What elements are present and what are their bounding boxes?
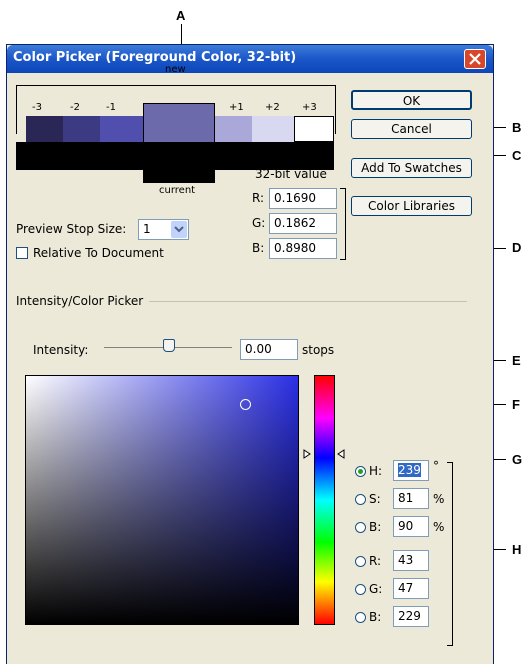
r-radio[interactable] <box>355 556 366 567</box>
callout-f: F <box>512 397 520 412</box>
intensity-unit: stops <box>302 343 335 357</box>
callout-e: E <box>512 353 521 368</box>
b-label: B: <box>369 520 382 534</box>
g-value-field[interactable]: 0.1862 <box>269 213 337 234</box>
new-label: new <box>165 64 186 75</box>
color-field-cursor[interactable] <box>240 399 251 410</box>
color-picker-dialog: Color Picker (Foreground Color, 32-bit) … <box>6 44 494 664</box>
close-button[interactable] <box>464 49 486 69</box>
callout-a: A <box>176 8 186 23</box>
color-field[interactable] <box>25 375 299 625</box>
g-label: G: <box>369 582 383 596</box>
s-unit: % <box>433 492 445 506</box>
close-icon <box>469 53 481 65</box>
callout-g: G <box>512 452 523 467</box>
b-value-label: B: <box>252 241 265 255</box>
g-radio[interactable] <box>355 584 366 595</box>
h-label: H: <box>369 464 383 478</box>
intensity-slider-thumb[interactable] <box>163 339 175 352</box>
dropdown-button[interactable] <box>171 221 187 238</box>
section-divider <box>149 301 467 302</box>
intensity-value-field[interactable]: 0.00 <box>240 339 298 360</box>
r-value-label: R: <box>252 191 265 205</box>
preview-stop-size-value: 1 <box>143 222 151 236</box>
value-bracket <box>340 188 346 260</box>
callout-c: C <box>512 148 522 163</box>
stop-label-minus2: -2 <box>70 102 80 113</box>
stop-label-minus1: -1 <box>106 102 116 113</box>
relative-to-document-checkbox[interactable] <box>16 247 28 259</box>
swatch-plus1[interactable] <box>215 116 252 142</box>
b-unit: % <box>433 520 445 534</box>
s-radio[interactable] <box>355 494 366 505</box>
h-field[interactable]: 239 <box>393 460 429 481</box>
preview-stop-size-select[interactable]: 1 <box>138 219 189 240</box>
g-value-label: G: <box>252 216 266 230</box>
callout-b: B <box>512 120 522 135</box>
b-field[interactable]: 90 <box>393 516 429 537</box>
b-value-field[interactable]: 0.8980 <box>269 238 337 259</box>
swatch-plus3[interactable] <box>294 116 334 142</box>
hsb-rgb-bracket <box>447 462 453 646</box>
intensity-section-label: Intensity/Color Picker <box>16 294 144 308</box>
b2-label: B: <box>369 610 382 624</box>
cancel-button[interactable]: Cancel <box>351 119 472 139</box>
r-label: R: <box>369 554 382 568</box>
h-unit: ° <box>433 459 439 473</box>
add-to-swatches-button[interactable]: Add To Swatches <box>351 158 472 178</box>
g-field[interactable]: 47 <box>393 578 429 599</box>
current-color-swatch[interactable] <box>16 142 334 170</box>
ok-button[interactable]: OK <box>351 90 472 110</box>
current-label: current <box>159 185 196 196</box>
swatch-minus1[interactable] <box>100 116 143 142</box>
hue-slider-right-arrow[interactable] <box>337 449 345 459</box>
stop-label-plus3: +3 <box>302 102 317 113</box>
hue-slider[interactable] <box>314 375 335 625</box>
r-field[interactable]: 43 <box>393 550 429 571</box>
h-radio[interactable] <box>355 466 366 477</box>
new-color-swatch[interactable] <box>143 103 215 143</box>
stop-label-plus1: +1 <box>229 102 244 113</box>
s-field[interactable]: 81 <box>393 488 429 509</box>
chevron-down-icon <box>174 226 184 233</box>
stop-label-plus2: +2 <box>265 102 280 113</box>
title-bar[interactable]: Color Picker (Foreground Color, 32-bit) <box>7 45 493 73</box>
swatch-minus3[interactable] <box>26 116 63 142</box>
callout-d: D <box>512 240 522 255</box>
current-color-tab <box>143 169 215 183</box>
h-value: 239 <box>398 463 421 477</box>
intensity-label: Intensity: <box>33 343 89 357</box>
preview-stop-size-label: Preview Stop Size: <box>16 222 127 236</box>
b2-radio[interactable] <box>355 612 366 623</box>
window-title: Color Picker (Foreground Color, 32-bit) <box>13 50 297 65</box>
swatch-plus2[interactable] <box>252 116 294 142</box>
color-libraries-button[interactable]: Color Libraries <box>351 196 472 216</box>
swatch-minus2[interactable] <box>63 116 100 142</box>
relative-to-document-label: Relative To Document <box>33 246 164 260</box>
r-value-field[interactable]: 0.1690 <box>269 188 337 209</box>
s-label: S: <box>369 492 381 506</box>
stop-label-minus3: -3 <box>32 102 42 113</box>
callout-h: H <box>512 542 522 557</box>
b-radio[interactable] <box>355 522 366 533</box>
hue-slider-left-arrow[interactable] <box>303 449 311 459</box>
value-header: 32-bit value <box>255 167 327 181</box>
b2-field[interactable]: 229 <box>393 606 429 627</box>
